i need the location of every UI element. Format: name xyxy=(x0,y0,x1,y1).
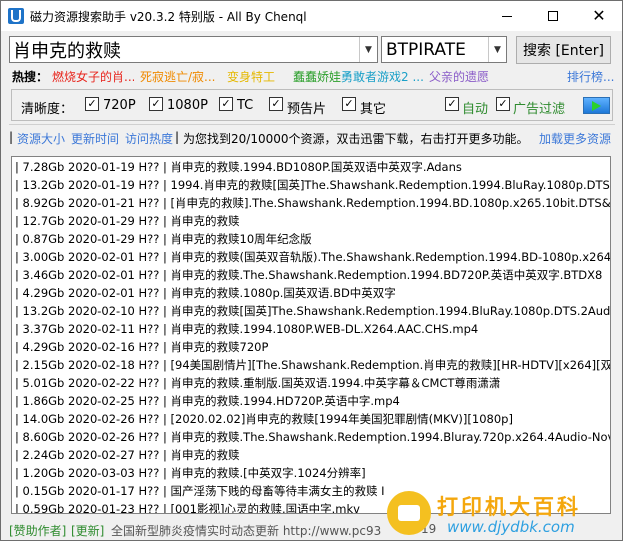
list-item[interactable]: | 3.37Gb 2020-02-11 H?? | 肖申克的救赎.1994.10… xyxy=(15,320,478,338)
hot-search-row: 热搜： 燃烧女子的肖... 死寂逃亡/寂... 变身特工 蠢蠢娇娃 勇敢者游戏2… xyxy=(12,68,614,86)
info-row: | 资源大小 更新时间 访问热度 | 为您找到20/10000个资源，双击迅雷下… xyxy=(9,130,615,148)
search-combobox[interactable]: ▼ xyxy=(9,36,378,63)
list-item[interactable]: | 3.46Gb 2020-02-01 H?? | 肖申克的救赎.The.Sha… xyxy=(15,266,602,284)
checkbox-other[interactable]: ✓ xyxy=(342,97,356,111)
checkbox-ad-filter[interactable]: ✓ xyxy=(496,97,510,111)
list-item[interactable]: | 3.00Gb 2020-02-01 H?? | 肖申克的救赎(国英双音轨版)… xyxy=(15,248,610,266)
divider xyxy=(9,124,615,125)
list-item[interactable]: | 13.2Gb 2020-02-10 H?? | 肖申克的救赎[国英]The.… xyxy=(15,302,610,320)
list-item[interactable]: | 8.60Gb 2020-02-26 H?? | 肖申克的救赎.The.Sha… xyxy=(15,428,610,446)
list-item[interactable]: | 14.0Gb 2020-02-26 H?? | [2020.02.02]肖申… xyxy=(15,410,513,428)
list-item[interactable]: | 8.92Gb 2020-01-21 H?? | [肖申克的救赎].The.S… xyxy=(15,194,610,212)
search-input[interactable] xyxy=(13,38,353,61)
list-item[interactable]: | 0.59Gb 2020-01-23 H?? | [001影视]心灵的救赎.国… xyxy=(15,500,360,513)
sort-size-link[interactable]: 资源大小 xyxy=(17,130,65,147)
play-icon xyxy=(592,100,601,111)
news-ticker[interactable]: 全国新型肺炎疫情实时动态更新 http://www.pc93 xyxy=(111,522,381,539)
app-window: 磁力资源搜索助手 v20.3.2 特别版 - All By Chenql ✕ ▼… xyxy=(0,0,623,541)
info-separator: | xyxy=(175,130,180,144)
hot-item[interactable]: 变身特工 xyxy=(227,68,287,85)
hot-item[interactable]: 死寂逃亡/寂... xyxy=(140,68,223,85)
update-link[interactable]: [更新] xyxy=(71,522,104,539)
hot-item[interactable]: 父亲的遗愿 xyxy=(429,68,509,85)
hot-item[interactable]: 燃烧女子的肖... xyxy=(52,68,134,85)
load-more-link[interactable]: 加载更多资源 xyxy=(539,130,611,147)
site-select-value: BTPIRATE xyxy=(386,40,466,60)
list-item[interactable]: | 7.28Gb 2020-01-19 H?? | 肖申克的救赎.1994.BD… xyxy=(15,158,462,176)
watermark: 打印机大百科 www.djydbk.com xyxy=(387,491,619,539)
list-item[interactable]: | 4.29Gb 2020-02-01 H?? | 肖申克的救赎.1080p.国… xyxy=(15,284,396,302)
title-bar[interactable]: 磁力资源搜索助手 v20.3.2 特别版 - All By Chenql ✕ xyxy=(1,1,622,31)
checkbox-auto-label: 自动 xyxy=(462,102,489,117)
list-item[interactable]: | 2.24Gb 2020-02-27 H?? | 肖申克的救赎 xyxy=(15,446,240,464)
checkbox-720p-label: 720P xyxy=(103,98,136,113)
checkbox-trailer-label: 预告片 xyxy=(287,102,327,117)
donate-link[interactable]: [赞助作者] xyxy=(9,522,66,539)
play-button[interactable] xyxy=(583,97,610,114)
hot-search-label: 热搜： xyxy=(12,70,49,84)
hot-item[interactable]: 勇敢者游戏2 ... xyxy=(341,68,425,85)
sort-hot-link[interactable]: 访问热度 xyxy=(125,130,173,147)
site-select[interactable]: BTPIRATE ▼ xyxy=(381,36,507,63)
window-title: 磁力资源搜索助手 v20.3.2 特别版 - All By Chenql xyxy=(30,10,307,24)
checkbox-tc-label: TC xyxy=(237,98,254,113)
checkbox-1080p[interactable]: ✓ xyxy=(149,97,163,111)
checkbox-1080p-label: 1080P xyxy=(167,98,208,113)
list-item[interactable]: | 1.86Gb 2020-02-25 H?? | 肖申克的救赎.1994.HD… xyxy=(15,392,400,410)
list-item[interactable]: | 0.15Gb 2020-01-17 H?? | 国产淫荡下贱的母畜等待丰满女… xyxy=(15,482,385,500)
clarity-label: 清晰度： xyxy=(21,102,74,117)
list-item[interactable]: | 13.2Gb 2020-01-19 H?? | 1994.肖申克的救赎[国英… xyxy=(15,176,610,194)
checkbox-trailer[interactable]: ✓ xyxy=(269,97,283,111)
watermark-title: 打印机大百科 xyxy=(437,495,581,519)
app-magnet-icon xyxy=(8,8,24,24)
list-item[interactable]: | 0.87Gb 2020-01-29 H?? | 肖申克的救赎10周年纪念版 xyxy=(15,230,312,248)
info-separator: | xyxy=(9,130,14,144)
chevron-down-icon[interactable]: ▼ xyxy=(488,37,506,62)
search-button[interactable]: 搜索 [Enter] xyxy=(516,36,611,64)
list-item[interactable]: | 2.15Gb 2020-02-18 H?? | [94美国剧情片][The.… xyxy=(15,356,610,374)
minimize-button[interactable] xyxy=(484,1,530,31)
chevron-down-icon[interactable]: ▼ xyxy=(359,37,377,62)
checkbox-ad-filter-label: 广告过滤 xyxy=(513,102,566,117)
list-item[interactable]: | 1.20Gb 2020-03-03 H?? | 肖申克的救赎.[中英双字.1… xyxy=(15,464,366,482)
close-button[interactable]: ✕ xyxy=(576,1,622,31)
list-item[interactable]: | 5.01Gb 2020-02-22 H?? | 肖申克的救赎.重制版.国英双… xyxy=(15,374,500,392)
close-icon: ✕ xyxy=(592,6,606,25)
filter-panel: 清晰度： ✓ 720P ✓ 1080P ✓ TC ✓ 预告片 ✓ 其它 ✓ 自动… xyxy=(11,89,613,121)
maximize-icon xyxy=(548,11,558,21)
maximize-button[interactable] xyxy=(530,1,576,31)
ranking-link[interactable]: 排行榜... xyxy=(567,68,614,85)
list-item[interactable]: | 12.7Gb 2020-01-29 H?? | 肖申克的救赎 xyxy=(15,212,240,230)
sort-time-link[interactable]: 更新时间 xyxy=(71,130,119,147)
watermark-url: www.djydbk.com xyxy=(447,518,575,536)
printer-logo-icon xyxy=(387,491,431,535)
list-item[interactable]: | 4.29Gb 2020-02-16 H?? | 肖申克的救赎720P xyxy=(15,338,268,356)
checkbox-720p[interactable]: ✓ xyxy=(85,97,99,111)
results-list[interactable]: | 7.28Gb 2020-01-19 H?? | 肖申克的救赎.1994.BD… xyxy=(11,156,611,514)
checkbox-other-label: 其它 xyxy=(360,102,387,117)
checkbox-tc[interactable]: ✓ xyxy=(219,97,233,111)
checkbox-auto[interactable]: ✓ xyxy=(445,97,459,111)
minimize-icon xyxy=(502,15,512,17)
result-count-message: 为您找到20/10000个资源，双击迅雷下载，右击打开更多功能。 xyxy=(183,132,529,146)
